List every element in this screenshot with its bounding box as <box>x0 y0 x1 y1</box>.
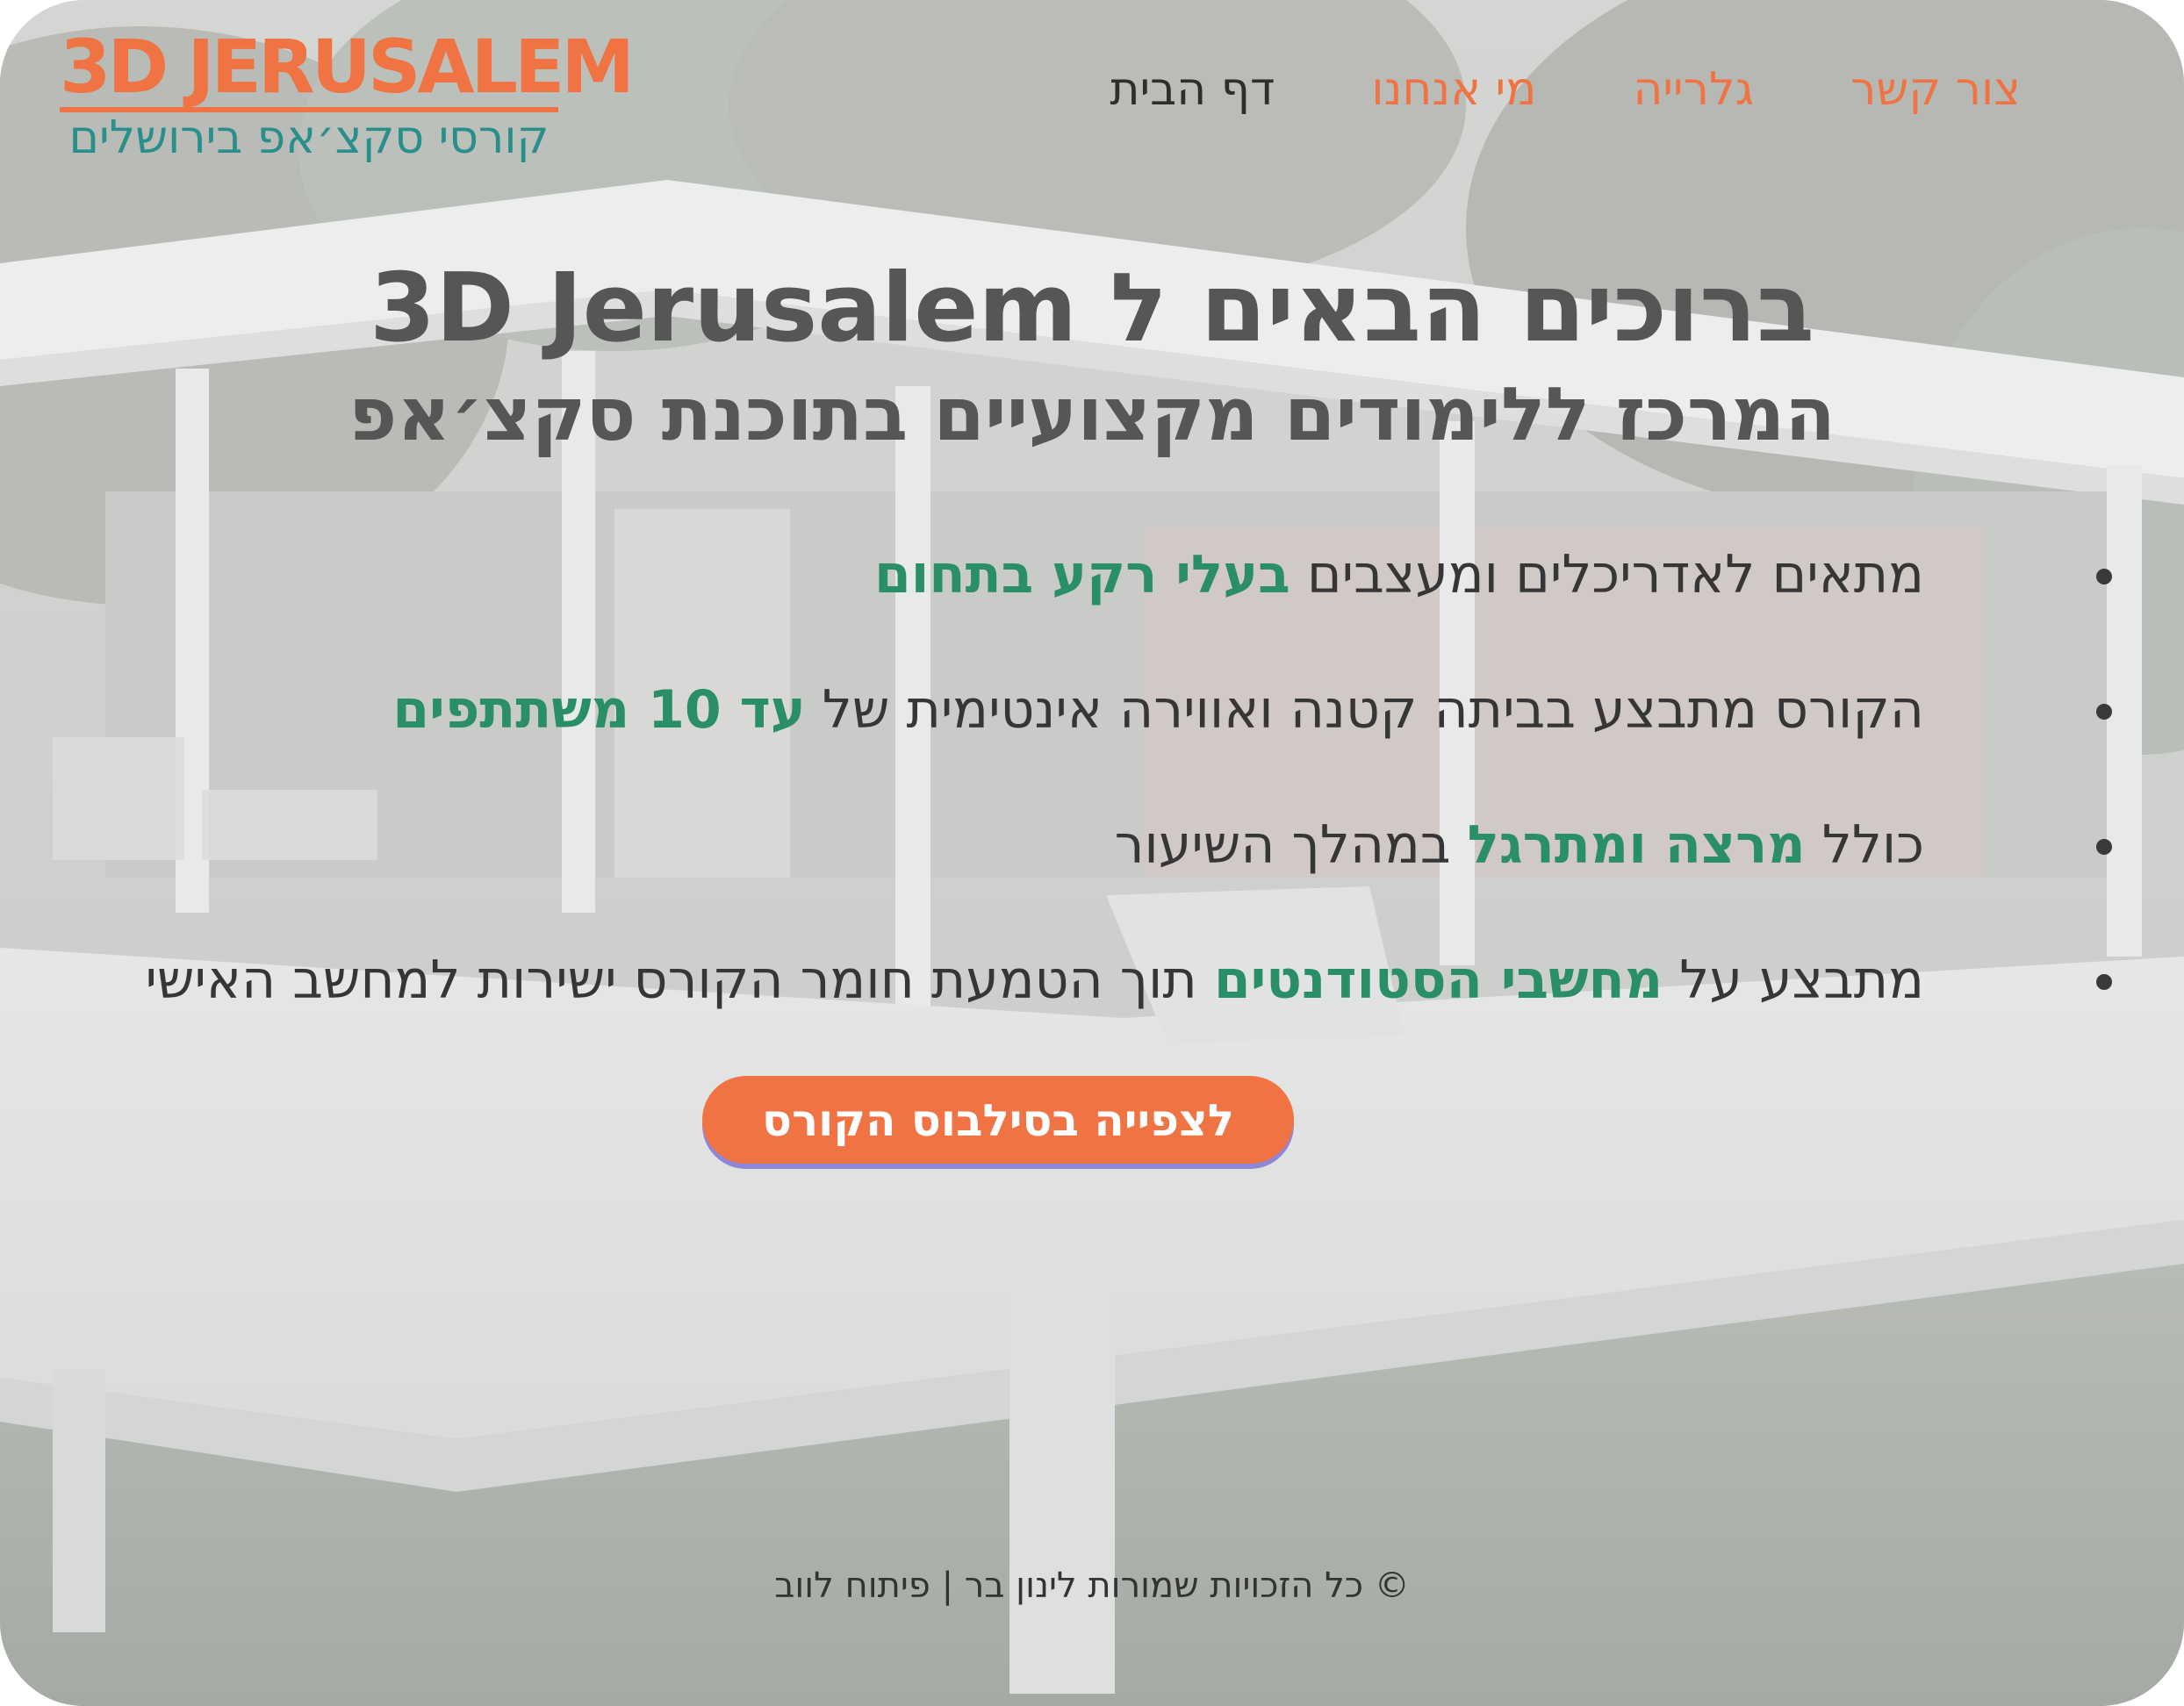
feature-highlight: מחשבי הסטודנטים <box>1213 950 1663 1011</box>
hero-subtitle: המרכז ללימודים מקצועיים בתוכנת סקצ׳אפ <box>348 371 1836 457</box>
bullet-icon <box>2096 704 2112 720</box>
feature-highlight: מרצה ומתרגל <box>1467 814 1806 876</box>
logo-subtitle: קורסי סקצ׳אפ בירושלים <box>68 111 550 164</box>
list-item: כולל מרצה ומתרגל במהלך השיעור <box>0 788 2184 923</box>
feature-text: כולל <box>1805 814 1924 876</box>
feature-highlight: עד 10 משתתפים <box>392 679 806 741</box>
page: 3D JERUSALEM קורסי סקצ׳אפ בירושלים דף הב… <box>0 0 2184 1706</box>
footer-copyright: © כל הזכויות שמורות לינון בר | פיתוח לוו… <box>774 1566 1410 1606</box>
feature-text-after: תוך הטמעת חומר הקורס ישירות למחשב האישי <box>145 950 1214 1011</box>
site-logo[interactable]: 3D JERUSALEM קורסי סקצ׳אפ בירושלים <box>60 24 635 164</box>
list-item: מתבצע על מחשבי הסטודנטים תוך הטמעת חומר … <box>0 923 2184 1058</box>
view-syllabus-button[interactable]: לצפייה בסילבוס הקורס <box>702 1076 1294 1164</box>
bullet-icon <box>2096 569 2112 584</box>
list-item: מתאים לאדריכלים ומעצבים בעלי רקע בתחום <box>0 518 2184 653</box>
feature-text-after: במהלך השיעור <box>1114 814 1468 876</box>
nav-item-about[interactable]: מי אנחנו <box>1371 54 1536 125</box>
features-list: מתאים לאדריכלים ומעצבים בעלי רקע בתחום ה… <box>0 518 2184 1058</box>
feature-highlight: בעלי רקע בתחום <box>874 544 1290 606</box>
nav-item-contact[interactable]: צור קשר <box>1850 54 2021 125</box>
feature-text: מתבצע על <box>1663 950 1924 1011</box>
nav-item-gallery[interactable]: גלרייה <box>1633 54 1754 125</box>
list-item: הקורס מתבצע בביתה קטנה ואווירה אינטימית … <box>0 653 2184 788</box>
nav-item-home[interactable]: דף הבית <box>1110 54 1275 125</box>
bullet-icon <box>2096 839 2112 855</box>
hero-title: ברוכים הבאים ל 3D Jerusalem <box>370 254 1814 363</box>
bullet-icon <box>2096 974 2112 990</box>
feature-text: מתאים לאדריכלים ומעצבים <box>1290 544 1924 606</box>
logo-title: 3D JERUSALEM <box>60 24 635 110</box>
main-nav: דף הבית מי אנחנו גלרייה צור קשר <box>1110 54 2021 125</box>
feature-text: הקורס מתבצע בביתה קטנה ואווירה אינטימית … <box>805 679 1924 741</box>
